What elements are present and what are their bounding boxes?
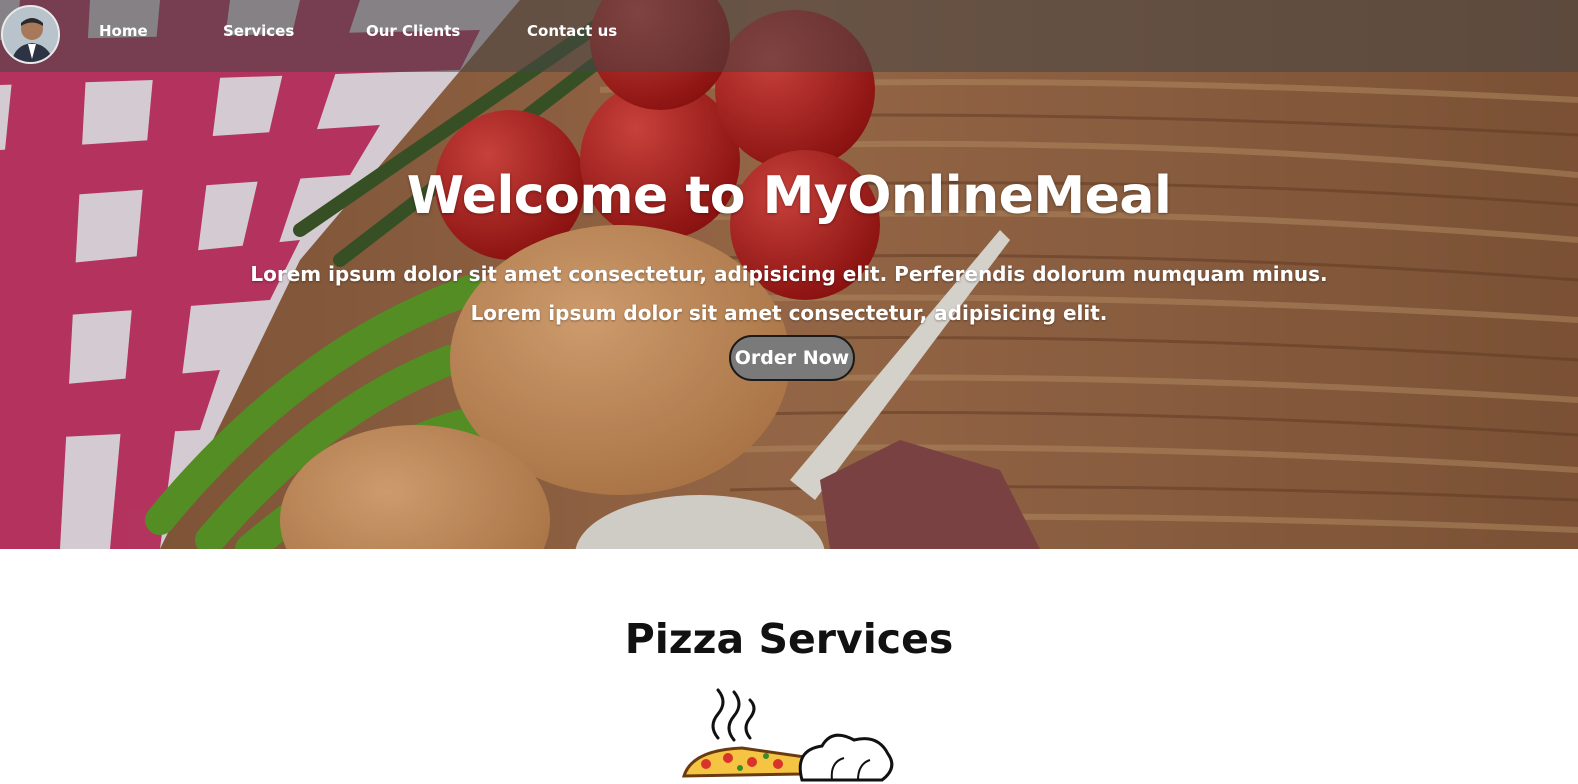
hero-banner: Home Services Our Clients Contact us Wel… <box>0 0 1578 549</box>
hero-description-line-2: Lorem ipsum dolor sit amet consectetur, … <box>470 301 1108 325</box>
nav-link-our-clients[interactable]: Our Clients <box>366 22 460 40</box>
services-heading: Pizza Services <box>624 615 954 663</box>
hero-title: Welcome to MyOnlineMeal <box>406 166 1172 226</box>
avatar[interactable] <box>1 5 60 64</box>
avatar-icon <box>3 7 58 62</box>
hero-description-line-1: Lorem ipsum dolor sit amet consectetur, … <box>250 262 1328 286</box>
order-now-button[interactable]: Order Now <box>729 335 855 381</box>
nav-link-services[interactable]: Services <box>223 22 294 40</box>
pizza-chef-illustration-icon <box>682 688 894 782</box>
nav-link-contact-us[interactable]: Contact us <box>527 22 617 40</box>
navbar: Home Services Our Clients Contact us <box>0 0 1578 72</box>
nav-link-home[interactable]: Home <box>99 22 148 40</box>
